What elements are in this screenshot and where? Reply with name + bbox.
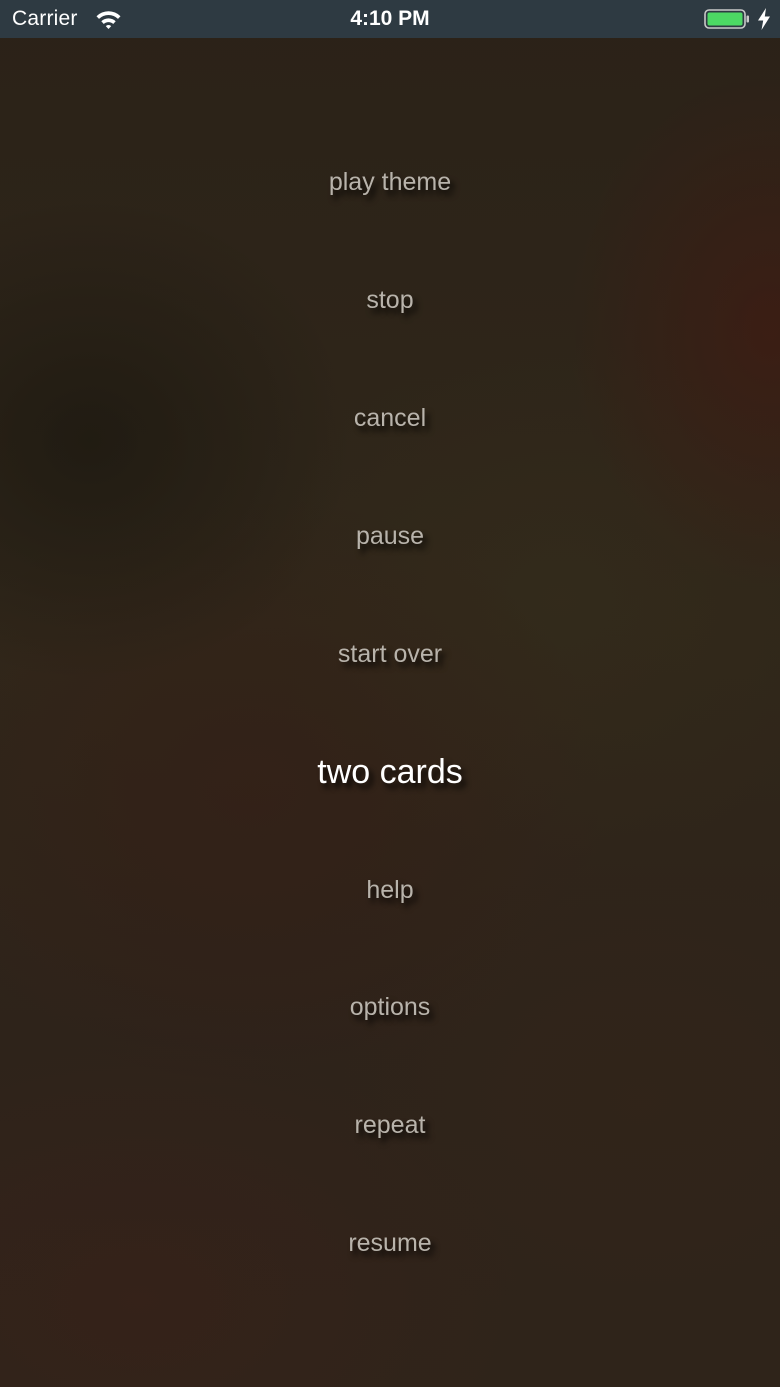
menu-item-stop[interactable]: stop	[240, 270, 540, 330]
menu-item-pause[interactable]: pause	[240, 506, 540, 566]
voice-command-menu: play theme stop cancel pause start over …	[0, 0, 780, 1387]
menu-item-start-over[interactable]: start over	[240, 624, 540, 684]
menu-item-repeat[interactable]: repeat	[240, 1095, 540, 1155]
menu-item-two-cards[interactable]: two cards	[240, 742, 540, 802]
menu-item-options[interactable]: options	[240, 977, 540, 1037]
menu-item-cancel[interactable]: cancel	[240, 388, 540, 448]
menu-item-resume[interactable]: resume	[240, 1213, 540, 1273]
menu-item-play-theme[interactable]: play theme	[240, 152, 540, 212]
menu-item-help[interactable]: help	[240, 860, 540, 920]
